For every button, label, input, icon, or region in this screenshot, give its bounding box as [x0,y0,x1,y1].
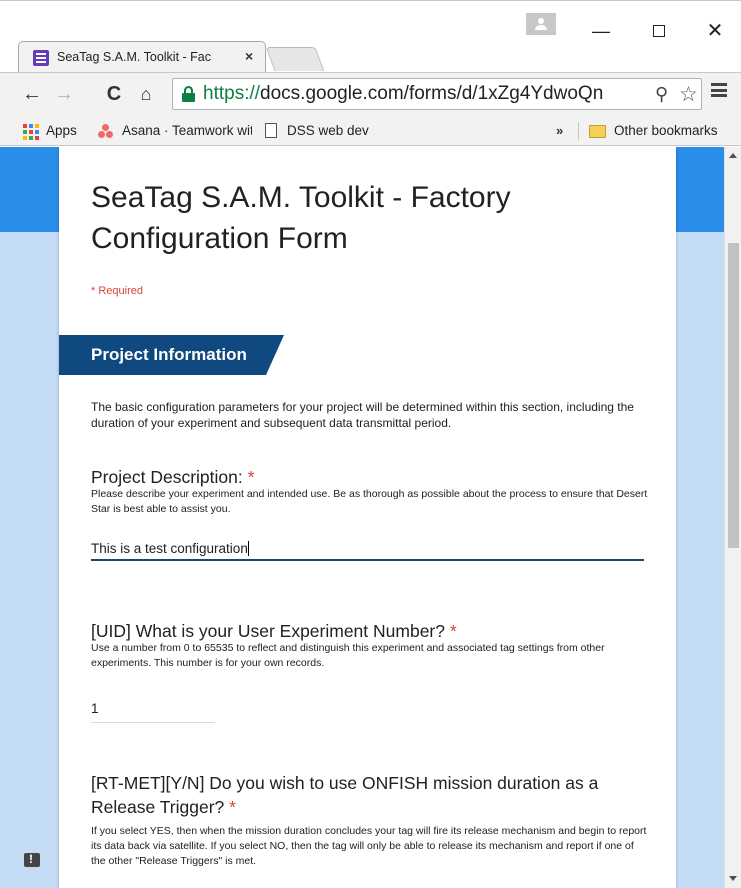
google-forms-icon [33,50,49,66]
required-note: * Required [91,285,143,297]
question-uid-title: [UID] What is your User Experiment Numbe… [91,621,457,641]
question-project-description-help: Please describe your experiment and inte… [91,488,648,515]
back-icon[interactable]: ← [20,83,44,105]
browser-tab-active[interactable]: SeaTag S.A.M. Toolkit - Fac × [18,41,266,73]
section-description: The basic configuration parameters for y… [91,400,634,430]
form-card: SeaTag S.A.M. Toolkit - Factory Configur… [59,147,676,888]
new-tab-button[interactable] [265,47,325,71]
required-asterisk: * [247,467,255,487]
maximize-icon [653,25,665,37]
lock-icon[interactable] [182,86,195,102]
page-scrollbar[interactable] [724,147,741,888]
page-viewport: SeaTag S.A.M. Toolkit - Factory Configur… [0,147,724,888]
scroll-up-arrow-icon[interactable] [729,153,737,158]
section-header: Project Information [59,335,284,375]
text-caret [247,541,249,556]
asana-icon [98,124,114,138]
tab-title: SeaTag S.A.M. Toolkit - Fac [57,50,211,64]
zoom-icon[interactable]: ⚲ [655,84,668,105]
window-titlebar: — ✕ SeaTag S.A.M. Toolkit - Fac × [0,0,741,73]
page-icon [265,123,277,138]
tab-strip: SeaTag S.A.M. Toolkit - Fac × [0,37,741,73]
question-project-description-title: Project Description: * [91,467,255,487]
user-experiment-number-input[interactable]: 1 [91,699,215,723]
required-asterisk: * [229,797,236,817]
bookmark-apps[interactable]: Apps [46,123,77,138]
question-rt-met-help: If you select YES, then when the mission… [91,825,647,867]
bookmarks-bar: Apps Asana · Teamwork witl DSS web dev »… [0,116,741,146]
question-rt-met-title: [RT-MET][Y/N] Do you wish to use ONFISH … [91,773,599,817]
section-title: Project Information [91,345,247,364]
tab-close-icon[interactable]: × [245,48,253,64]
required-asterisk: * [449,621,457,641]
address-bar[interactable]: https://docs.google.com/forms/d/1xZg4Ydw… [172,78,702,110]
home-icon[interactable]: ⌂ [134,83,158,105]
bookmarks-overflow-icon[interactable]: » [556,123,563,138]
chrome-menu-icon[interactable] [711,83,727,97]
url-text[interactable]: https://docs.google.com/forms/d/1xZg4Ydw… [203,83,653,105]
question-uid-help: Use a number from 0 to 65535 to reflect … [91,642,605,669]
scrollbar-thumb[interactable] [728,243,739,548]
project-description-input[interactable]: This is a test configuration [91,539,644,561]
bookmark-asana[interactable]: Asana · Teamwork witl [122,123,252,138]
reload-icon[interactable]: C [102,83,126,105]
folder-icon [589,125,606,138]
profile-icon[interactable] [526,13,556,35]
bookmarks-divider [578,122,579,140]
feedback-icon[interactable] [24,852,40,867]
forward-icon[interactable]: → [52,83,76,105]
browser-toolbar: ← → C ⌂ https://docs.google.com/forms/d/… [0,72,741,116]
bookmark-other-bookmarks[interactable]: Other bookmarks [614,123,718,138]
bookmark-dss-web-dev[interactable]: DSS web dev [287,123,369,138]
bookmark-star-icon[interactable]: ☆ [679,82,698,107]
apps-icon[interactable] [23,124,39,140]
form-title: SeaTag S.A.M. Toolkit - Factory Configur… [91,181,511,255]
scroll-down-arrow-icon[interactable] [729,876,737,881]
